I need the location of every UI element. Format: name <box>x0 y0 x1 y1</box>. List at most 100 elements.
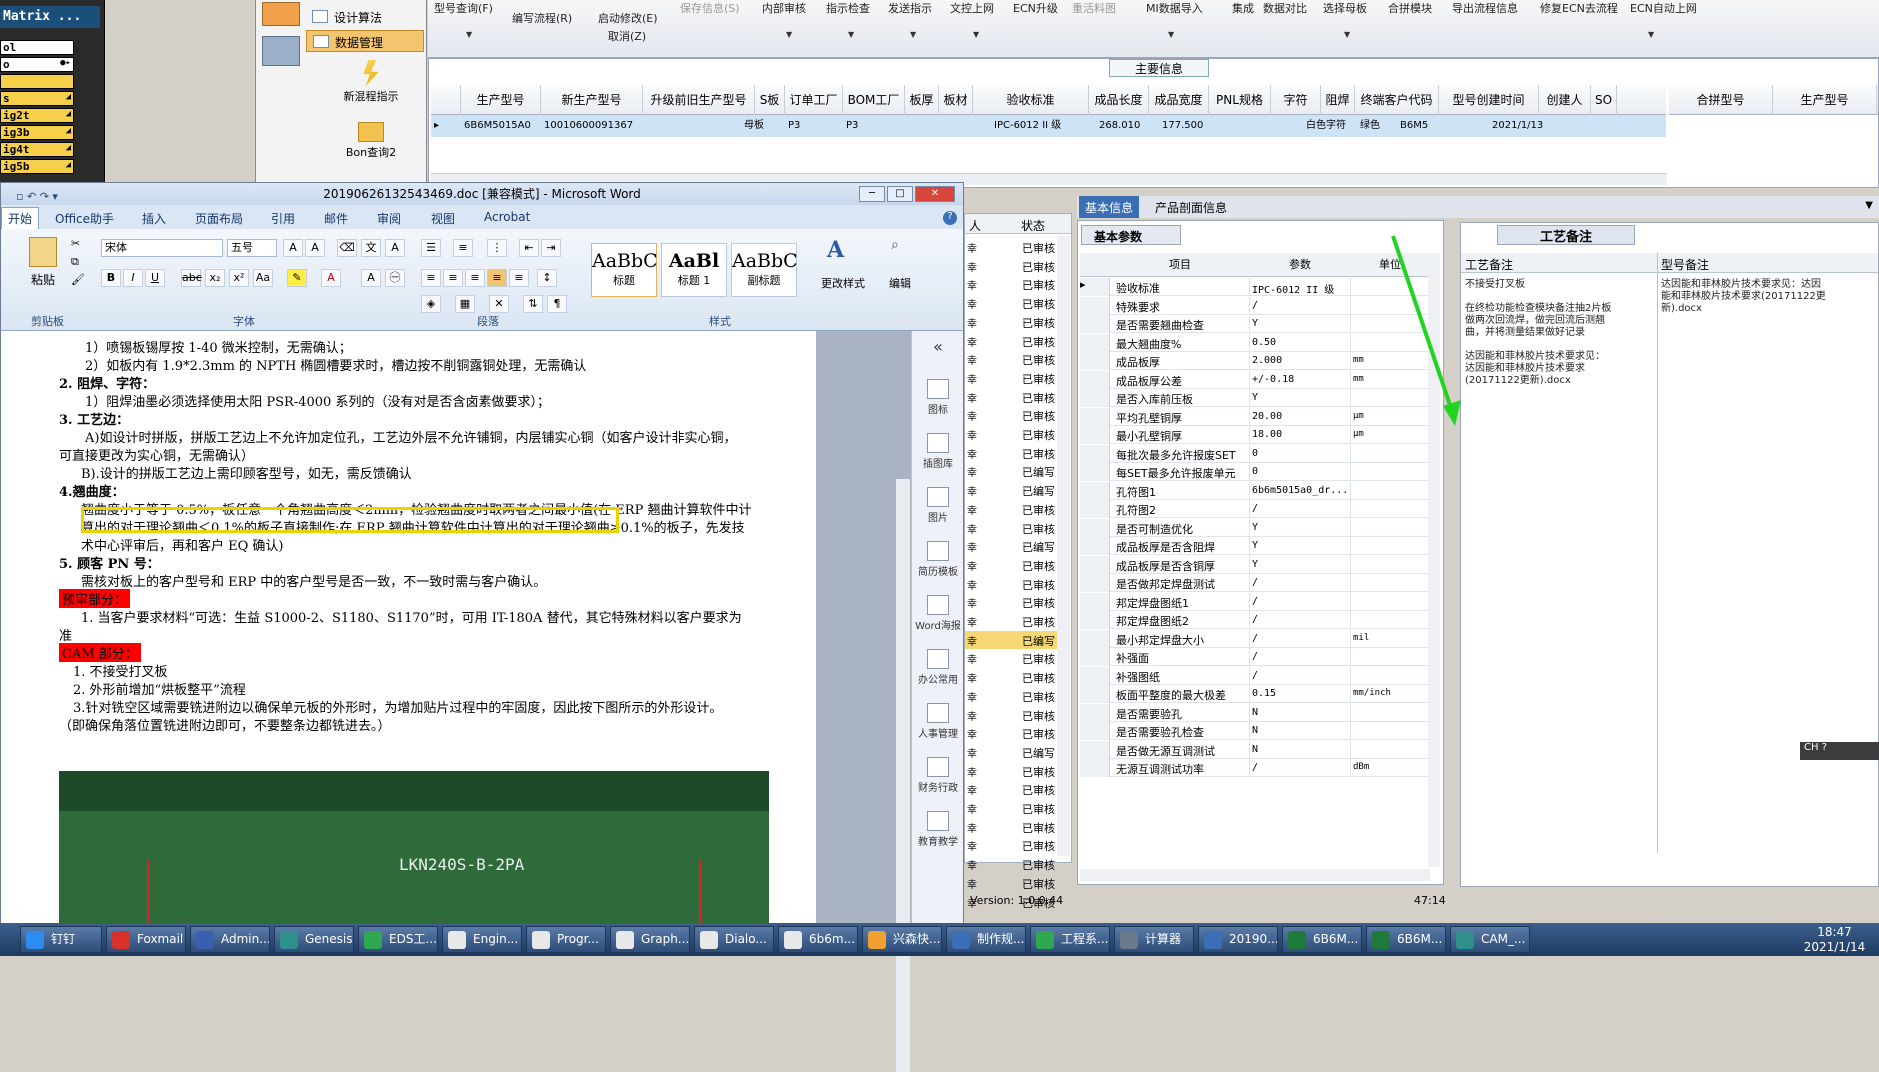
table-cell[interactable]: 白色字符 <box>1303 115 1359 137</box>
param-value[interactable]: / <box>1252 300 1258 311</box>
justify-icon[interactable]: ≡ <box>487 269 507 287</box>
status-row[interactable]: 幸已审核 <box>965 425 1057 443</box>
vertical-scrollbar[interactable] <box>896 479 910 1072</box>
taskbar-item[interactable]: Progr... <box>526 926 606 953</box>
dropdown-arrow-icon[interactable]: ▼ <box>1648 30 1654 39</box>
status-row[interactable]: 幸已审核 <box>965 612 1057 630</box>
phonetic-icon[interactable]: 文 <box>361 239 381 257</box>
param-value[interactable]: 0 <box>1252 448 1258 459</box>
taskbar-item[interactable]: 6b6m... <box>778 926 858 953</box>
change-styles-button[interactable]: 更改样式 <box>821 275 865 291</box>
toolbar-button[interactable]: 数据对比 <box>1263 0 1307 16</box>
side-tool-button[interactable]: 财务行政 <box>912 757 964 794</box>
param-row[interactable]: 是否需要验孔 N <box>1080 703 1440 722</box>
basic-params-title[interactable]: 基本参数 <box>1081 225 1181 245</box>
param-value[interactable]: 6b6m5015a0_dr... <box>1252 485 1348 496</box>
param-row[interactable]: 是否需要验孔检查 N <box>1080 722 1440 740</box>
status-row[interactable]: 幸已审核 <box>965 350 1057 368</box>
status-row[interactable]: 幸已审核 <box>965 649 1057 667</box>
find-icon[interactable]: ⌕ <box>891 237 913 259</box>
table-cell[interactable]: 268.010 <box>1096 115 1156 137</box>
decrease-indent-icon[interactable]: ⇤ <box>519 239 539 257</box>
column-header[interactable]: 阻焊 <box>1321 85 1355 115</box>
param-row[interactable]: 孔符图2 / <box>1080 500 1440 518</box>
column-header[interactable]: 字符 <box>1271 85 1321 115</box>
tab-mailings[interactable]: 邮件 <box>324 210 348 227</box>
side-tool-button[interactable]: 办公常用 <box>912 649 964 686</box>
align-center-icon[interactable]: ≡ <box>443 269 463 287</box>
font-color-icon[interactable]: A <box>321 269 341 287</box>
dropdown-arrow-icon[interactable]: ▼ <box>973 30 979 39</box>
param-row[interactable]: 每批次最多允许报废SET 0 <box>1080 444 1440 463</box>
column-header[interactable]: 终端客户代码 <box>1355 85 1439 115</box>
param-value[interactable]: +/-0.18 <box>1252 374 1294 385</box>
status-row[interactable]: 幸已编写 <box>965 481 1057 499</box>
tab-profile-info[interactable]: 产品剖面信息 <box>1155 199 1227 216</box>
edit-button[interactable]: 编辑 <box>889 275 911 291</box>
menu-item-data-management[interactable]: 数据管理 <box>306 30 424 52</box>
numbering-icon[interactable]: ≡ <box>453 239 473 257</box>
status-row[interactable]: 幸已编写 <box>965 462 1057 480</box>
table-cell[interactable]: IPC-6012 II 级 <box>991 115 1107 137</box>
param-value[interactable]: 2.000 <box>1252 355 1282 366</box>
vertical-scrollbar[interactable] <box>1057 236 1070 856</box>
dropdown-arrow-icon[interactable]: ▼ <box>1344 30 1350 39</box>
bom-query-button[interactable]: Bon查询2 <box>316 118 426 160</box>
toolbar-button[interactable]: 集成 <box>1232 0 1254 16</box>
column-header[interactable]: 订单工厂 <box>785 85 843 115</box>
status-row[interactable]: 幸已审核 <box>965 313 1057 331</box>
bullets-icon[interactable]: ☰ <box>421 239 441 257</box>
model-note-text[interactable]: 达因能和菲林胶片技术要求见：达因 能和菲林胶片技术要求(20171122更 新).d… <box>1661 279 1873 315</box>
toolbar-button[interactable]: 发送指示 <box>888 0 932 16</box>
side-tool-button[interactable]: 简历模板 <box>912 541 964 578</box>
enclose-char-icon[interactable]: ㊀ <box>385 269 405 287</box>
taskbar-item[interactable]: 钉钉 <box>20 926 102 953</box>
table-cell[interactable]: B6M5 <box>1397 115 1481 137</box>
dropdown-arrow-icon[interactable]: ▼ <box>786 30 792 39</box>
param-value[interactable]: N <box>1252 725 1258 736</box>
taskbar-item[interactable]: EDS工... <box>358 926 438 953</box>
status-row[interactable]: 幸已审核 <box>965 706 1057 724</box>
taskbar-item[interactable]: Graph... <box>610 926 690 953</box>
shading-icon[interactable]: ◈ <box>421 295 441 313</box>
show-marks-icon[interactable]: ¶ <box>547 295 567 313</box>
param-row[interactable]: 无源互调测试功率 / dBm <box>1080 759 1440 777</box>
process-notes-title[interactable]: 工艺备注 <box>1497 225 1635 245</box>
column-header[interactable]: 验收标准 <box>973 85 1089 115</box>
toolbar-button[interactable]: 重活料图 <box>1072 0 1116 16</box>
grow-font-icon[interactable]: A <box>283 239 303 257</box>
param-row[interactable]: 成品板厚是否含铜厚 Y <box>1080 555 1440 574</box>
toolbar-button[interactable]: 指示检查 <box>826 0 870 16</box>
horizontal-scrollbar[interactable] <box>1080 869 1430 881</box>
tab-insert[interactable]: 插入 <box>142 210 166 227</box>
taskbar-item[interactable]: 兴森快... <box>862 926 942 953</box>
superscript-icon[interactable]: x² <box>229 269 249 287</box>
param-value[interactable]: / <box>1252 670 1258 681</box>
calculator-icon[interactable] <box>262 2 300 26</box>
status-row[interactable]: 幸已审核 <box>965 724 1057 742</box>
param-value[interactable]: / <box>1252 762 1258 773</box>
param-value[interactable]: Y <box>1252 522 1258 533</box>
param-row[interactable]: 是否做无源互调测试 N <box>1080 740 1440 759</box>
param-value[interactable]: 0.15 <box>1252 688 1276 699</box>
param-value[interactable]: / <box>1252 596 1258 607</box>
param-row[interactable]: 邦定焊盘图纸1 / <box>1080 592 1440 611</box>
side-tool-button[interactable]: 人事管理 <box>912 703 964 740</box>
table-row[interactable]: ▸ 6B6M5015A0 10010600091367 母板 P3 P3 IPC… <box>431 115 1666 137</box>
param-row[interactable]: 孔符图1 6b6m5015a0_dr... <box>1080 481 1440 500</box>
side-tool-button[interactable]: 插图库 <box>912 433 964 470</box>
column-header[interactable]: 新生产型号 <box>541 85 643 115</box>
param-value[interactable]: / <box>1252 577 1258 588</box>
status-row[interactable]: 幸已编写 <box>965 537 1057 555</box>
column-header[interactable]: PNL规格 <box>1209 85 1271 115</box>
toolbar-button[interactable]: ECN自动上网 <box>1630 0 1697 16</box>
paste-icon[interactable] <box>29 237 57 267</box>
status-row[interactable]: 幸已审核 <box>965 406 1057 424</box>
param-value[interactable]: N <box>1252 707 1258 718</box>
column-header[interactable]: 板材 <box>939 85 973 115</box>
style-title[interactable]: AaBbC 标题 <box>591 243 658 297</box>
dropdown-arrow-icon[interactable]: ▼ <box>910 30 916 39</box>
toolbar-button[interactable]: 内部审核 <box>762 0 806 16</box>
column-header[interactable]: 成品宽度 <box>1149 85 1209 115</box>
param-value[interactable]: 20.00 <box>1252 411 1282 422</box>
